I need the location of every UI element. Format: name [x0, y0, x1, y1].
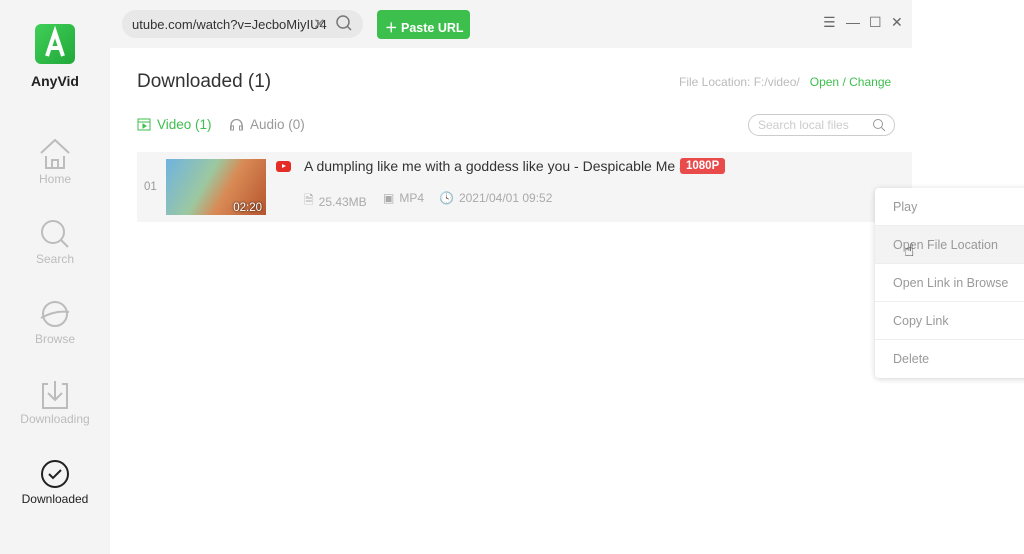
sidebar-item-downloading[interactable]: Downloading: [0, 378, 110, 426]
home-icon: [40, 138, 70, 169]
page-title: Downloaded (1): [137, 71, 272, 92]
menu-item-copy-link[interactable]: Copy Link: [875, 302, 1024, 340]
menu-item-delete[interactable]: Delete: [875, 340, 1024, 378]
file-location: File Location: F:/video/ Open / Change: [679, 75, 891, 89]
file-size: 🗎 25.43MB: [304, 191, 367, 212]
sidebar-item-label: Browse: [34, 332, 75, 346]
app-name: AnyVid: [31, 73, 79, 89]
sidebar-item-browse[interactable]: Browse: [0, 298, 110, 346]
search-placeholder: Search local files: [758, 118, 849, 132]
sidebar-item-label: Downloaded: [21, 492, 89, 506]
video-title: A dumpling like me with a goddess like y…: [304, 158, 687, 174]
clear-icon[interactable]: ✕: [313, 15, 326, 33]
top-bar: utube.com/watch?v=JecboMiyIU4 ✕ ＋ Paste …: [110, 0, 912, 48]
close-icon[interactable]: ✕: [891, 14, 903, 31]
tab-audio[interactable]: Audio (0): [229, 117, 305, 132]
tab-label: Audio (0): [250, 117, 305, 132]
file-format: ▣ MP4: [383, 191, 424, 205]
planet-icon: [40, 301, 70, 327]
sidebar-item-home[interactable]: Home: [0, 136, 110, 186]
sidebar-item-label: Home: [38, 172, 71, 186]
search-icon: [41, 220, 69, 248]
context-menu: Play Open File Location Open Link in Bro…: [875, 188, 1024, 378]
search-icon[interactable]: [872, 118, 886, 132]
file-location-label: File Location: F:/video/: [679, 75, 800, 89]
video-duration: 02:20: [233, 202, 262, 214]
sidebar-item-search[interactable]: Search: [0, 218, 110, 266]
menu-item-open-link-in-browse[interactable]: Open Link in Browse: [875, 264, 1024, 302]
item-index: 01: [144, 181, 157, 193]
video-list-item[interactable]: 01 02:20 A dumpling like me with a godde…: [137, 152, 912, 222]
url-input[interactable]: utube.com/watch?v=JecboMiyIU4: [122, 10, 363, 38]
paste-url-label: Paste URL: [400, 21, 464, 35]
hand-cursor-icon: ☝: [904, 241, 915, 260]
video-thumbnail[interactable]: 02:20: [166, 159, 266, 215]
tab-video[interactable]: Video (1): [137, 117, 212, 132]
sidebar: AnyVid Home Search Browse Downloading Do…: [0, 0, 110, 554]
youtube-icon: [276, 161, 291, 172]
file-size-value: 25.43MB: [318, 194, 367, 209]
paste-url-button[interactable]: ＋ Paste URL: [377, 10, 470, 39]
maximize-icon[interactable]: ☐: [869, 14, 882, 31]
sidebar-item-downloaded[interactable]: Downloaded: [0, 458, 110, 506]
video-icon: [137, 118, 151, 131]
menu-item-open-file-location[interactable]: Open File Location: [875, 226, 1024, 264]
change-link[interactable]: Change: [849, 75, 891, 89]
sidebar-item-label: Search: [35, 252, 75, 266]
download-date: 🕓 2021/04/01 09:52: [439, 191, 552, 205]
file-format-value: MP4: [399, 191, 425, 205]
check-circle-icon: [41, 460, 69, 488]
minimize-icon[interactable]: —: [846, 14, 860, 30]
download-icon: [42, 381, 68, 409]
file-icon: 🗎: [304, 193, 314, 207]
headphones-icon: [230, 118, 243, 131]
clock-icon: 🕓: [439, 191, 454, 205]
tab-label: Video (1): [157, 117, 212, 132]
search-local-input[interactable]: Search local files: [748, 114, 895, 136]
quality-badge: 1080P: [680, 158, 726, 174]
app-window: AnyVid Home Search Browse Downloading Do…: [0, 0, 912, 554]
plus-icon: ＋: [385, 21, 401, 35]
anyvid-logo: [35, 24, 75, 64]
search-icon[interactable]: [335, 14, 353, 32]
menu-icon[interactable]: ☰: [823, 14, 836, 31]
video-format-icon: ▣: [383, 191, 395, 205]
sidebar-item-label: Downloading: [20, 412, 90, 426]
separator: /: [842, 75, 846, 89]
open-link[interactable]: Open: [810, 75, 839, 89]
menu-item-play[interactable]: Play: [875, 188, 1024, 226]
download-date-value: 2021/04/01 09:52: [458, 191, 553, 205]
